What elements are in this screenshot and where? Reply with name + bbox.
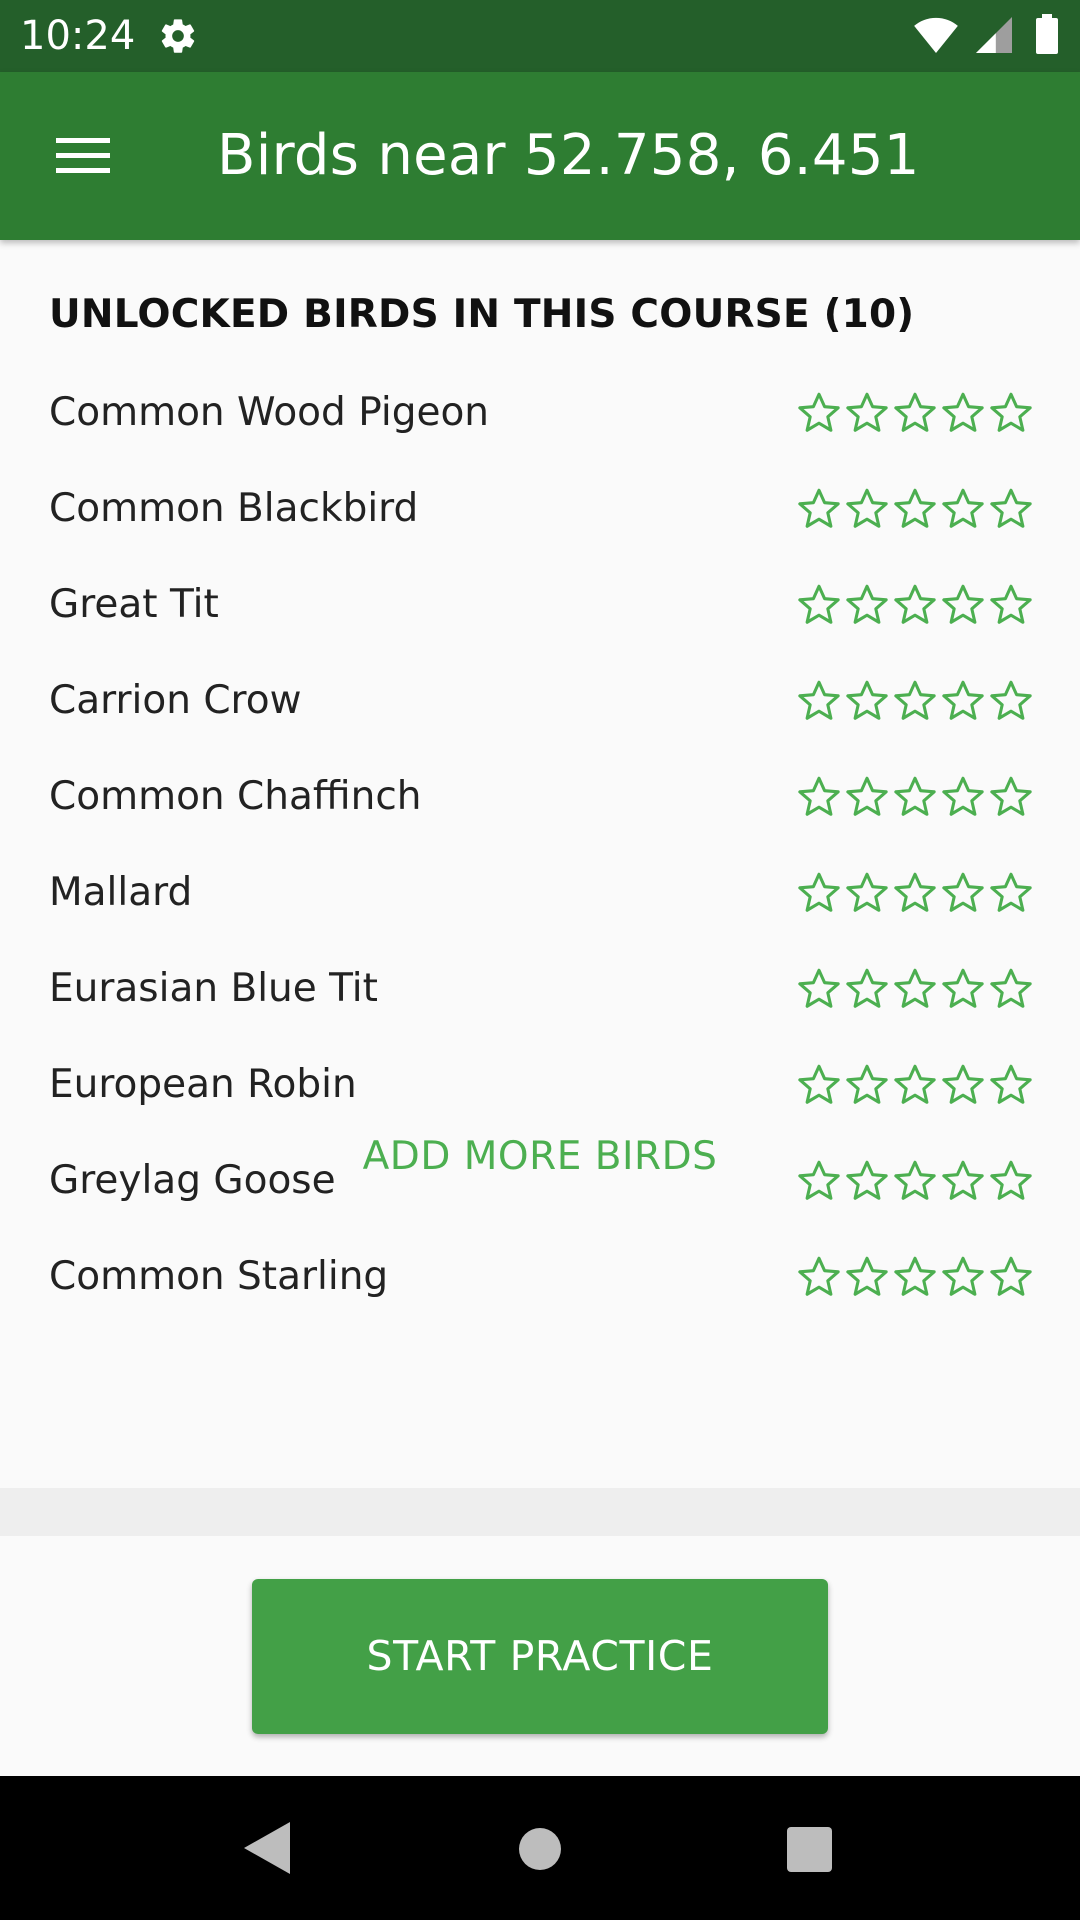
star-icon <box>846 680 888 720</box>
bird-name: Common Blackbird <box>49 486 419 531</box>
signal-icon <box>976 17 1012 53</box>
bird-name: Great Tit <box>49 582 219 627</box>
bird-name: Carrion Crow <box>49 678 302 723</box>
star-rating <box>796 966 1036 1012</box>
star-icon <box>990 488 1032 528</box>
star-icon <box>942 1064 984 1104</box>
bird-list: Common Wood Pigeon Common Blackbird Great … <box>0 366 1080 1326</box>
star-icon <box>894 488 936 528</box>
star-icon <box>942 488 984 528</box>
bird-name: Eurasian Blue Tit <box>49 966 378 1011</box>
star-icon <box>894 968 936 1008</box>
star-icon <box>990 968 1032 1008</box>
star-icon <box>990 392 1032 432</box>
star-icon <box>798 1064 840 1104</box>
star-icon <box>894 680 936 720</box>
star-rating <box>796 390 1036 436</box>
bird-row[interactable]: Mallard <box>0 846 1080 942</box>
battery-icon <box>1036 14 1058 54</box>
star-icon <box>942 1256 984 1296</box>
bird-row[interactable]: European Robin <box>0 1038 1080 1134</box>
star-rating <box>796 678 1036 724</box>
star-icon <box>990 776 1032 816</box>
bird-row[interactable]: Common Wood Pigeon <box>0 366 1080 462</box>
star-icon <box>798 392 840 432</box>
status-time: 10:24 <box>20 13 136 59</box>
star-rating <box>796 486 1036 532</box>
star-icon <box>942 776 984 816</box>
star-icon <box>990 680 1032 720</box>
bird-row[interactable]: Common Blackbird <box>0 462 1080 558</box>
star-rating <box>796 774 1036 820</box>
bird-name: European Robin <box>49 1062 357 1107</box>
star-icon <box>798 1256 840 1296</box>
star-icon <box>942 680 984 720</box>
hamburger-menu-icon[interactable] <box>40 116 128 196</box>
star-icon <box>894 392 936 432</box>
course-content: UNLOCKED BIRDS IN THIS COURSE (10) Commo… <box>0 240 1080 1488</box>
star-icon <box>798 680 840 720</box>
wifi-icon <box>914 17 958 54</box>
star-icon <box>990 1064 1032 1104</box>
navigation-bar <box>0 1776 1080 1920</box>
star-rating <box>796 1062 1036 1108</box>
star-icon <box>894 1256 936 1296</box>
star-icon <box>894 584 936 624</box>
star-icon <box>990 584 1032 624</box>
gear-icon <box>161 19 195 53</box>
bird-row[interactable]: Carrion Crow <box>0 654 1080 750</box>
home-icon[interactable] <box>518 1827 562 1871</box>
star-icon <box>942 968 984 1008</box>
star-icon <box>894 872 936 912</box>
star-icon <box>798 584 840 624</box>
star-rating <box>796 582 1036 628</box>
star-icon <box>846 872 888 912</box>
star-icon <box>798 488 840 528</box>
star-icon <box>798 776 840 816</box>
star-icon <box>846 776 888 816</box>
star-rating <box>796 870 1036 916</box>
star-icon <box>894 1064 936 1104</box>
star-icon <box>942 584 984 624</box>
bird-name: Common Starling <box>49 1254 389 1299</box>
star-icon <box>846 968 888 1008</box>
bird-row[interactable]: Great Tit <box>0 558 1080 654</box>
bird-row[interactable]: Eurasian Blue Tit <box>0 942 1080 1038</box>
recent-apps-icon[interactable] <box>787 1827 832 1872</box>
star-icon <box>846 584 888 624</box>
star-icon <box>846 392 888 432</box>
star-icon <box>798 872 840 912</box>
star-icon <box>846 1256 888 1296</box>
bird-name: Common Wood Pigeon <box>49 390 490 435</box>
star-rating <box>796 1254 1036 1300</box>
app-bar: Birds near 52.758, 6.451 <box>0 72 1080 240</box>
star-icon <box>798 968 840 1008</box>
bird-name: Mallard <box>49 870 193 915</box>
star-icon <box>990 1256 1032 1296</box>
bottom-action-area: START PRACTICE <box>0 1536 1080 1776</box>
star-icon <box>894 776 936 816</box>
start-practice-button[interactable]: START PRACTICE <box>252 1579 828 1734</box>
bird-row[interactable]: Common Starling <box>0 1230 1080 1326</box>
add-more-container: ADD MORE BIRDS <box>0 1132 1080 1182</box>
add-more-birds-button[interactable]: ADD MORE BIRDS <box>363 1132 718 1182</box>
bird-row[interactable]: Common Chaffinch <box>0 750 1080 846</box>
star-icon <box>846 488 888 528</box>
bird-name: Common Chaffinch <box>49 774 422 819</box>
star-icon <box>942 872 984 912</box>
star-icon <box>942 392 984 432</box>
page-title: Birds near 52.758, 6.451 <box>217 123 920 188</box>
status-bar: 10:24 <box>0 0 1080 72</box>
star-icon <box>846 1064 888 1104</box>
star-icon <box>990 872 1032 912</box>
divider <box>0 1488 1080 1536</box>
section-header: UNLOCKED BIRDS IN THIS COURSE (10) <box>49 292 915 337</box>
back-icon[interactable] <box>244 1822 290 1874</box>
